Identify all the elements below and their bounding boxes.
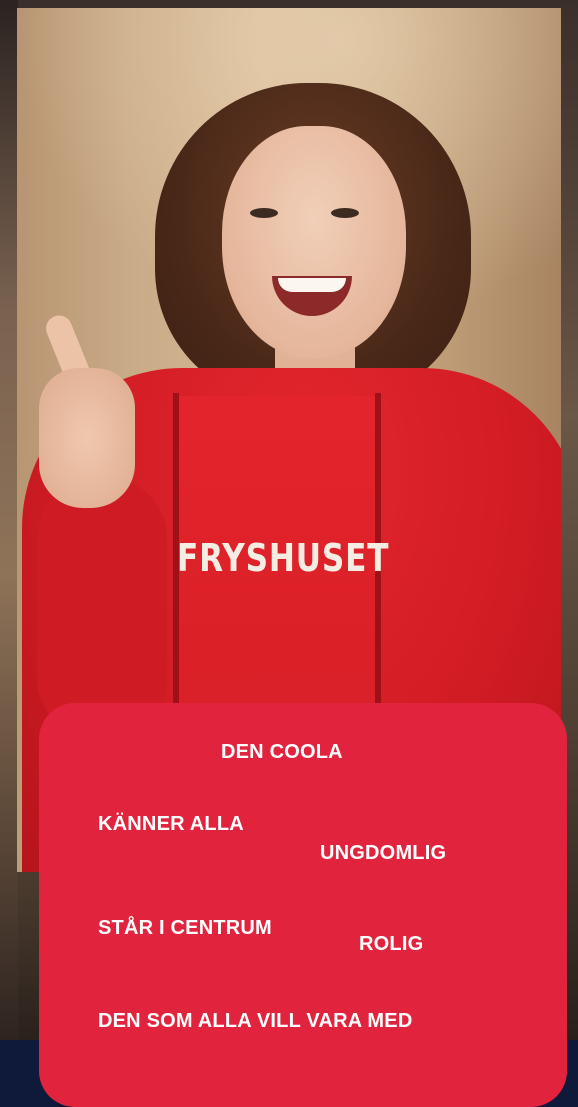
person-hand — [39, 368, 135, 508]
tag-rolig: ROLIG — [359, 933, 424, 955]
tag-den-som-alla-vill-vara-med: DEN SOM ALLA VILL VARA MED — [98, 1010, 413, 1032]
person-eye-left — [250, 208, 278, 218]
tag-den-coola: DEN COOLA — [221, 741, 343, 763]
person-arm — [37, 478, 167, 738]
person-eye-right — [331, 208, 359, 218]
tag-ungdomlig: UNGDOMLIG — [320, 842, 447, 864]
tag-star-i-centrum: STÅR I CENTRUM — [98, 917, 272, 939]
person-face — [222, 126, 406, 358]
trait-tags-card: DEN COOLA KÄNNER ALLA UNGDOMLIG STÅR I C… — [39, 703, 567, 1107]
tag-kanner-alla: KÄNNER ALLA — [98, 813, 244, 835]
shirt-print-text: FRYSHUSET — [177, 536, 390, 580]
